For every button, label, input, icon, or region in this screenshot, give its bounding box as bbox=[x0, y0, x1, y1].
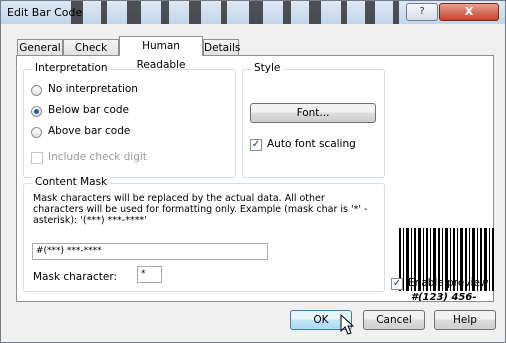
no-interpretation-label[interactable]: No interpretation bbox=[48, 83, 138, 95]
mask-input[interactable]: #(***) ***-**** bbox=[32, 243, 268, 260]
window-title: Edit Bar Code bbox=[7, 6, 83, 19]
tab-panel-human-readable: Interpretation No interpretation Below b… bbox=[16, 55, 494, 303]
enable-preview-checkbox[interactable]: ✓ bbox=[391, 278, 403, 290]
barcode-human-readable-text: #(123) 456- bbox=[411, 292, 477, 303]
style-group: Style Font... ✓ Auto font scaling bbox=[242, 62, 385, 178]
auto-font-scaling-label[interactable]: Auto font scaling bbox=[267, 138, 356, 150]
content-mask-description: Mask characters will be replaced by the … bbox=[33, 193, 368, 226]
mask-character-input[interactable]: * bbox=[137, 266, 162, 283]
cancel-button[interactable]: Cancel bbox=[363, 310, 425, 330]
help-button[interactable]: Help bbox=[434, 310, 496, 330]
tab-general[interactable]: General bbox=[17, 39, 63, 55]
interpretation-legend: Interpretation bbox=[32, 62, 111, 74]
include-check-digit-checkbox[interactable] bbox=[31, 152, 43, 164]
above-bar-code-label[interactable]: Above bar code bbox=[48, 125, 130, 137]
tab-details[interactable]: Details bbox=[203, 39, 240, 55]
title-bar-decoration bbox=[61, 1, 441, 24]
interpretation-group: Interpretation No interpretation Below b… bbox=[23, 62, 236, 178]
style-legend: Style bbox=[251, 62, 284, 74]
content-mask-legend: Content Mask bbox=[32, 176, 111, 188]
close-button[interactable]: X bbox=[439, 3, 499, 21]
font-button[interactable]: Font... bbox=[250, 103, 376, 123]
above-bar-code-radio[interactable] bbox=[31, 127, 42, 138]
include-check-digit-label[interactable]: Include check digit bbox=[48, 151, 147, 163]
title-bar[interactable]: Edit Bar Code ? X bbox=[1, 1, 505, 24]
help-icon[interactable]: ? bbox=[406, 3, 438, 21]
auto-font-scaling-checkbox[interactable]: ✓ bbox=[250, 139, 262, 151]
content-mask-group: Content Mask Mask characters will be rep… bbox=[23, 176, 385, 292]
enable-preview-label[interactable]: Enable preview bbox=[408, 277, 489, 289]
mask-character-label: Mask character: bbox=[33, 271, 118, 283]
tab-human-readable[interactable]: Human Readable bbox=[119, 36, 203, 71]
tab-check-digit[interactable]: Check Digit bbox=[63, 39, 119, 70]
edit-bar-code-dialog: Edit Bar Code ? X General Check Digit Hu… bbox=[0, 0, 506, 343]
mouse-cursor-icon bbox=[340, 314, 354, 335]
below-bar-code-radio[interactable] bbox=[31, 106, 42, 117]
no-interpretation-radio[interactable] bbox=[31, 85, 42, 96]
below-bar-code-label[interactable]: Below bar code bbox=[48, 104, 129, 116]
